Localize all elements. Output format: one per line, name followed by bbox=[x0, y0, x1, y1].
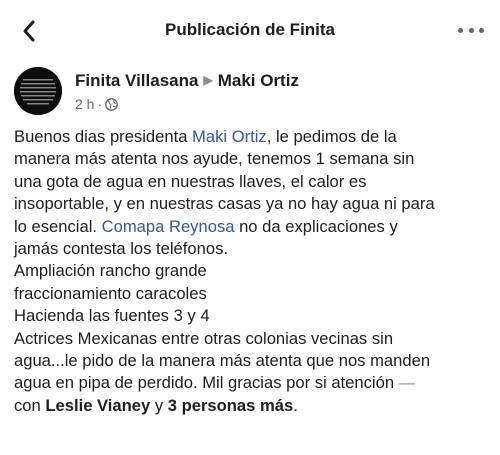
more-dot-icon bbox=[479, 27, 484, 33]
text-segment: y bbox=[150, 395, 168, 415]
tag-dash: — bbox=[398, 373, 416, 393]
post-header: Finita Villasana ▶ Maki Ortiz 2 h · bbox=[14, 67, 484, 117]
text-segment: Buenos dias presidenta bbox=[14, 127, 193, 146]
avatar-image bbox=[14, 67, 62, 115]
post-line: Actrices Mexicanas entre otras colonias … bbox=[14, 328, 394, 348]
author-line: Finita Villasana ▶ Maki Ortiz bbox=[75, 71, 299, 91]
post-line: lo esencial. Comapa Reynosa no da explic… bbox=[14, 216, 494, 238]
more-options-button[interactable] bbox=[458, 22, 484, 38]
post-line: con Leslie Vianey y 3 personas más. bbox=[14, 395, 494, 417]
text-segment: , le pedimos de la bbox=[266, 127, 397, 146]
post-text: Buenos dias presidenta Maki Ortiz, le pe… bbox=[14, 126, 494, 417]
globe-icon bbox=[105, 97, 118, 111]
tagged-person-link[interactable]: Leslie Vianey bbox=[45, 396, 150, 415]
text-segment: lo esencial. bbox=[14, 216, 102, 236]
post-time[interactable]: 2 h bbox=[75, 96, 94, 112]
post-line: agua en pipa de perdido. Mil gracias por… bbox=[14, 372, 494, 394]
post-line: jamás contesta los teléfonos. bbox=[14, 238, 228, 258]
text-segment: . bbox=[293, 395, 298, 415]
page-title: Publicación de Finita bbox=[164, 20, 336, 39]
post-line: Buenos dias presidenta Maki Ortiz, le pe… bbox=[14, 126, 494, 148]
mention-link[interactable]: Comapa Reynosa bbox=[102, 217, 235, 236]
avatar[interactable] bbox=[14, 67, 62, 115]
mention-link[interactable]: Maki Ortiz bbox=[192, 127, 267, 146]
author-name[interactable]: Finita Villasana bbox=[75, 71, 198, 90]
text-segment: con bbox=[14, 395, 46, 415]
share-arrow-icon: ▶ bbox=[203, 73, 213, 87]
post-line: fraccionamiento caracoles bbox=[14, 283, 207, 303]
meta-dot: · bbox=[97, 96, 103, 112]
post-line: manera más atenta nos ayude, tenemos 1 s… bbox=[14, 149, 415, 169]
tagged-others-link[interactable]: 3 personas más bbox=[168, 396, 293, 415]
post-line: una gota de agua en nuestras llaves, el … bbox=[14, 171, 367, 191]
text-segment: no da explicaciones y bbox=[234, 216, 398, 236]
target-name[interactable]: Maki Ortiz bbox=[218, 71, 299, 90]
post-line: Ampliación rancho grande bbox=[14, 261, 207, 281]
text-segment: agua en pipa de perdido. Mil gracias por… bbox=[14, 373, 399, 393]
post-line: insoportable, y en nuestras casas ya no … bbox=[14, 194, 435, 214]
more-dot-icon bbox=[468, 27, 474, 33]
post-line: Hacienda las fuentes 3 y 4 bbox=[14, 306, 210, 326]
post-meta: 2 h · bbox=[75, 96, 118, 112]
top-bar: Publicación de Finita bbox=[0, 0, 500, 60]
post-line: agua...le pido de la manera más atenta q… bbox=[14, 350, 431, 370]
more-dot-icon bbox=[458, 27, 463, 33]
